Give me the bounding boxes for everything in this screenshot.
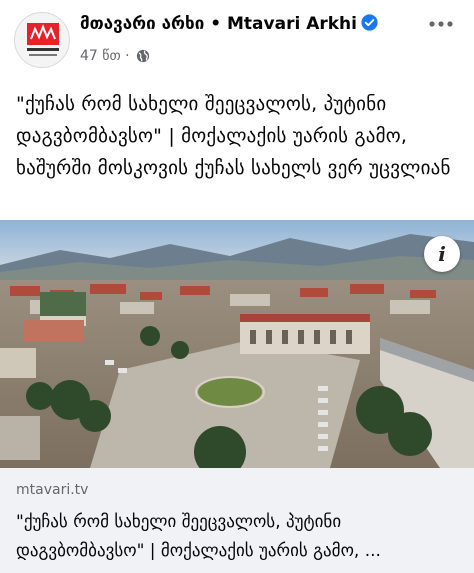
mtavari-logo (15, 13, 69, 67)
post-header: მთავარი არხი • Mtavari Arkhi 47 წთ · (0, 0, 474, 80)
post-photo[interactable]: i (0, 220, 474, 468)
aerial-town-image (0, 220, 474, 468)
verified-badge-icon (361, 14, 378, 31)
globe-icon[interactable] (136, 49, 150, 63)
more-options-button[interactable] (426, 12, 456, 36)
post-meta: 47 წთ · (80, 48, 150, 64)
link-title[interactable]: "ქუჩას რომ სახელი შეეცვალოს, პუტინი დაგვ… (16, 508, 462, 566)
info-button[interactable]: i (424, 236, 460, 272)
post-text: "ქუჩას რომ სახელი შეეცვალოს, პუტინი დაგვ… (16, 93, 451, 179)
link-preview[interactable]: mtavari.tv "ქუჩას რომ სახელი შეეცვალოს, … (0, 468, 474, 573)
page-avatar[interactable] (14, 12, 70, 68)
page-name-text[interactable]: მთავარი არხი • Mtavari Arkhi (80, 14, 357, 34)
link-domain: mtavari.tv (16, 482, 89, 498)
page-name[interactable]: მთავარი არხი • Mtavari Arkhi (80, 14, 378, 34)
post-time[interactable]: 47 წთ · (80, 48, 130, 64)
ellipsis-icon (429, 21, 453, 27)
